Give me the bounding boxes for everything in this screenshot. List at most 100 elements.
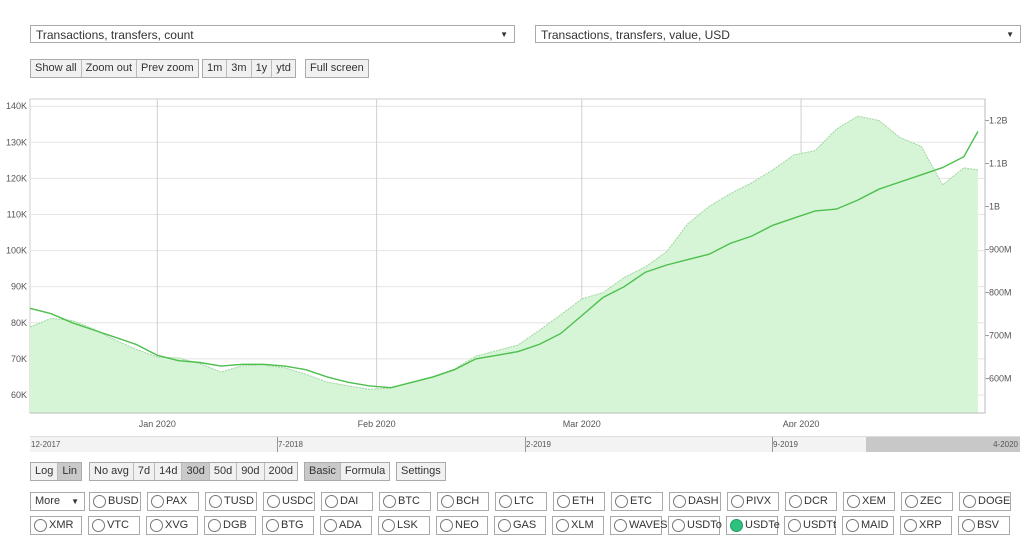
coin-toggle[interactable]: XVG [146, 516, 198, 535]
coin-label: XRP [919, 519, 942, 531]
avg-7d-button[interactable]: 7d [134, 463, 156, 480]
coin-toggle[interactable]: LSK [378, 516, 430, 535]
zoom-out-button[interactable]: Zoom out [82, 60, 138, 77]
chart[interactable]: 60K 70K 80K 90K 100K 110K 120K 130K 140K 600M 700M… [0, 92, 1030, 427]
y-tick-label-left: 140K [6, 101, 27, 111]
coin-toggle[interactable]: TUSD [205, 492, 257, 511]
x-tick-label: Jan 2020 [139, 419, 176, 427]
avg-30d-button[interactable]: 30d [182, 463, 210, 480]
coin-toggle[interactable]: XLM [552, 516, 604, 535]
coin-toggle[interactable]: XMR [30, 516, 82, 535]
y-tick-label-left: 60K [11, 390, 27, 400]
coin-toggle[interactable]: ETC [611, 492, 663, 511]
avg-14d-button[interactable]: 14d [155, 463, 183, 480]
coin-toggle[interactable]: ADA [320, 516, 372, 535]
coin-toggle[interactable]: DCR [785, 492, 837, 511]
coin-toggle[interactable]: MAID [842, 516, 894, 535]
range-1y-button[interactable]: 1y [252, 60, 273, 77]
left-metric-select[interactable]: Transactions, transfers, count ▼ [30, 25, 515, 43]
range-ytd-button[interactable]: ytd [272, 60, 295, 77]
coin-toggle[interactable]: DGB [204, 516, 256, 535]
navigator-label: 2-2019 [526, 440, 551, 449]
coin-label: DOGE [978, 495, 1011, 507]
radio-icon [556, 519, 569, 532]
x-tick-label: Mar 2020 [563, 419, 601, 427]
coin-toggle[interactable]: ETH [553, 492, 605, 511]
coin-label: DASH [688, 495, 719, 507]
y-tick-label-left: 130K [6, 137, 27, 147]
show-all-button[interactable]: Show all [31, 60, 82, 77]
coin-toggle[interactable]: GAS [494, 516, 546, 535]
coin-toggle[interactable]: DASH [669, 492, 721, 511]
coin-toggle[interactable]: USDTt [784, 516, 836, 535]
coin-label: ETC [630, 495, 652, 507]
coin-toggle[interactable]: XEM [843, 492, 895, 511]
lin-scale-button[interactable]: Lin [58, 463, 82, 480]
navigator-label: 12-2017 [31, 440, 61, 449]
fullscreen-group: Full screen [305, 59, 369, 78]
radio-icon [962, 519, 975, 532]
coin-toggle[interactable]: PIVX [727, 492, 779, 511]
average-toggle: No avg 7d 14d 30d 50d 90d 200d [89, 462, 299, 481]
coin-label: ETH [572, 495, 594, 507]
radio-icon [731, 495, 744, 508]
radio-icon [499, 495, 512, 508]
coin-toggle[interactable]: BTC [379, 492, 431, 511]
radio-icon [673, 495, 686, 508]
y-tick-label-left: 80K [11, 318, 27, 328]
coin-toggle[interactable]: USDTo [668, 516, 722, 535]
y-tick-label-right: 1B [989, 202, 1000, 212]
coin-toggle[interactable]: DOGE [959, 492, 1011, 511]
coin-toggle[interactable]: XRP [900, 516, 952, 535]
avg-50d-button[interactable]: 50d [210, 463, 238, 480]
coin-toggle[interactable]: PAX [147, 492, 199, 511]
radio-icon [92, 519, 105, 532]
basic-mode-button[interactable]: Basic [305, 463, 341, 480]
coin-toggle[interactable]: VTC [88, 516, 140, 535]
coin-toggle[interactable]: BSV [958, 516, 1010, 535]
navigator[interactable]: 12-2017 7-2018 2-2019 9-2019 4-2020 [30, 436, 1020, 452]
coin-label: ADA [339, 519, 362, 531]
radio-icon [614, 519, 627, 532]
coin-label: MAID [861, 519, 889, 531]
left-metric-value: Transactions, transfers, count [36, 28, 194, 42]
coin-toggle[interactable]: BCH [437, 492, 489, 511]
radio-icon [730, 519, 743, 532]
coin-toggle[interactable]: ZEC [901, 492, 953, 511]
coin-label: NEO [455, 519, 479, 531]
y-tick-label-left: 120K [6, 173, 27, 183]
coin-label: XVG [165, 519, 189, 531]
coin-label: TUSD [224, 495, 254, 507]
radio-icon [846, 519, 859, 532]
coin-toggle[interactable]: USDC [263, 492, 315, 511]
coin-toggle[interactable]: NEO [436, 516, 488, 535]
formula-mode-button[interactable]: Formula [341, 463, 389, 480]
prev-zoom-button[interactable]: Prev zoom [137, 60, 198, 77]
navigator-tick [525, 437, 526, 452]
y-tick-label-left: 70K [11, 354, 27, 364]
coin-toggle[interactable]: USDTe [726, 516, 780, 535]
range-1m-button[interactable]: 1m [203, 60, 228, 77]
avg-90d-button[interactable]: 90d [237, 463, 265, 480]
radio-icon [441, 495, 454, 508]
y-tick-label-right: 600M [989, 374, 1012, 384]
coin-toggle[interactable]: BTG [262, 516, 314, 535]
log-scale-button[interactable]: Log [31, 463, 59, 480]
coin-label: DCR [804, 495, 828, 507]
mode-toggle: Basic Formula [304, 462, 391, 481]
fullscreen-button[interactable]: Full screen [306, 60, 368, 77]
coin-toggle[interactable]: WAVES [610, 516, 668, 535]
coin-label: PIVX [746, 495, 772, 507]
coin-toggle[interactable]: LTC [495, 492, 547, 511]
avg-none-button[interactable]: No avg [90, 463, 134, 480]
coin-toggle[interactable]: BUSD [89, 492, 141, 511]
range-3m-button[interactable]: 3m [227, 60, 252, 77]
right-metric-select[interactable]: Transactions, transfers, value, USD ▼ [535, 25, 1021, 43]
coin-label: XLM [571, 519, 594, 531]
coin-toggle[interactable]: DAI [321, 492, 373, 511]
radio-icon [904, 519, 917, 532]
y-tick-label-right: 900M [989, 245, 1012, 255]
avg-200d-button[interactable]: 200d [265, 463, 297, 480]
settings-button[interactable]: Settings [397, 463, 445, 480]
more-coins-select[interactable]: More ▼ [30, 492, 85, 511]
